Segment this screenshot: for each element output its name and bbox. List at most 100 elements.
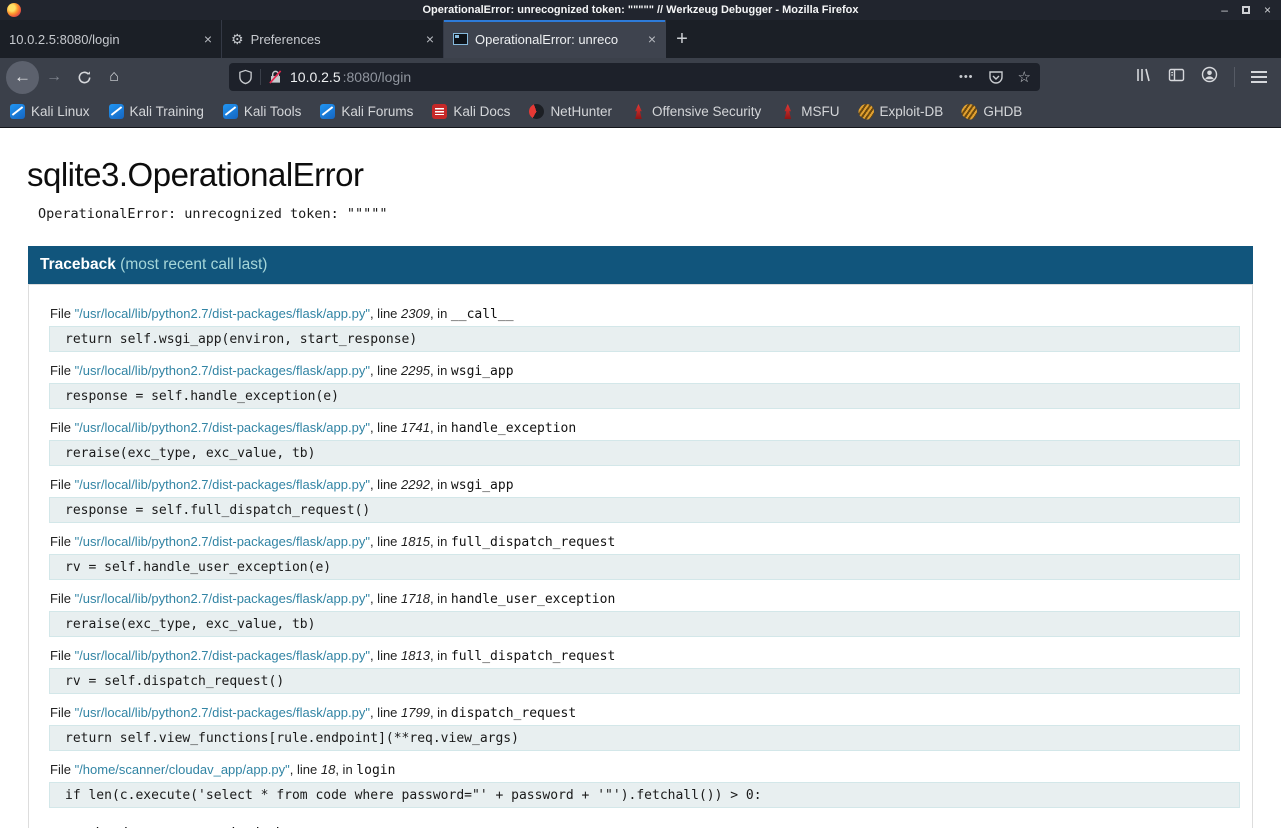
home-button[interactable]: ⌂: [99, 62, 129, 92]
frame-source-line[interactable]: reraise(exc_type, exc_value, tb): [49, 611, 1240, 637]
traceback-frame: File "/usr/local/lib/python2.7/dist-pack…: [49, 306, 1240, 352]
frame-source-line[interactable]: return self.wsgi_app(environ, start_resp…: [49, 326, 1240, 352]
frame-file-line: File "/usr/local/lib/python2.7/dist-pack…: [50, 591, 616, 607]
bookmark-kali-training[interactable]: Kali Training: [108, 104, 204, 119]
ghdb-wasp-icon: [959, 101, 981, 122]
bookmark-exploit-db[interactable]: Exploit-DB: [855, 101, 943, 122]
frame-file-path[interactable]: "/home/scanner/cloudav_app/app.py": [75, 762, 290, 777]
tab-label: OperationalError: unreco: [475, 31, 619, 47]
frame-line-number: 1813: [401, 648, 430, 663]
kali-docs-icon: [432, 104, 448, 119]
traceback-frame: File "/usr/local/lib/python2.7/dist-pack…: [49, 363, 1240, 409]
window-title: OperationalError: unrecognized token: ""…: [422, 4, 859, 16]
frame-file-path[interactable]: "/usr/local/lib/python2.7/dist-packages/…: [75, 591, 370, 606]
frame-source-line[interactable]: return self.view_functions[rule.endpoint…: [49, 725, 1240, 751]
page-actions-icon[interactable]: •••: [959, 71, 974, 83]
traceback-frame: File "/usr/local/lib/python2.7/dist-pack…: [49, 477, 1240, 523]
kali-dragon-icon: [10, 104, 25, 119]
frame-source-line[interactable]: rv = self.handle_user_exception(e): [49, 554, 1240, 580]
tab-label: 10.0.2.5:8080/login: [9, 31, 120, 47]
bookmark-kali-forums[interactable]: Kali Forums: [320, 104, 413, 119]
frame-source-line[interactable]: if len(c.execute('select * from code whe…: [49, 782, 1240, 808]
reload-button[interactable]: [69, 62, 99, 92]
bookmark-star-icon[interactable]: ☆: [1018, 68, 1031, 86]
account-icon[interactable]: [1201, 66, 1218, 88]
bookmarks-toolbar: Kali Linux Kali Training Kali Tools Kali…: [0, 96, 1281, 128]
tracking-shield-icon[interactable]: [238, 69, 253, 85]
traceback-header: Traceback (most recent call last): [28, 246, 1253, 284]
frame-file-path[interactable]: "/usr/local/lib/python2.7/dist-packages/…: [75, 705, 370, 720]
frame-file-path[interactable]: "/usr/local/lib/python2.7/dist-packages/…: [75, 477, 370, 492]
traceback-frame: File "/usr/local/lib/python2.7/dist-pack…: [49, 420, 1240, 466]
frame-source-line[interactable]: reraise(exc_type, exc_value, tb): [49, 440, 1240, 466]
maximize-button[interactable]: [1241, 4, 1250, 16]
traceback-frame: File "/usr/local/lib/python2.7/dist-pack…: [49, 705, 1240, 751]
nethunter-icon: [529, 104, 545, 119]
frame-file-path[interactable]: "/usr/local/lib/python2.7/dist-packages/…: [75, 420, 370, 435]
frame-file-line: File "/home/scanner/cloudav_app/app.py",…: [50, 762, 396, 778]
tab-close-icon[interactable]: ×: [426, 32, 434, 46]
bookmark-offensive-security[interactable]: Offensive Security: [631, 104, 761, 119]
page-content: sqlite3.OperationalError OperationalErro…: [0, 128, 1281, 828]
bookmark-kali-linux[interactable]: Kali Linux: [10, 104, 90, 119]
bookmark-kali-tools[interactable]: Kali Tools: [222, 104, 301, 119]
frame-file-line: File "/usr/local/lib/python2.7/dist-pack…: [50, 420, 577, 436]
frame-source-line[interactable]: response = self.full_dispatch_request(): [49, 497, 1240, 523]
insecure-lock-icon[interactable]: [268, 69, 283, 85]
back-button[interactable]: ←: [6, 60, 39, 94]
urlbar-divider: [260, 69, 261, 85]
sidebar-icon[interactable]: [1168, 67, 1185, 88]
pocket-icon[interactable]: [988, 69, 1004, 85]
bookmark-msfu[interactable]: MSFU: [780, 104, 840, 119]
library-icon[interactable]: [1135, 67, 1152, 88]
frame-line-number: 18: [320, 762, 336, 777]
close-button[interactable]: ×: [1264, 4, 1271, 16]
frame-file-line: File "/usr/local/lib/python2.7/dist-pack…: [50, 363, 514, 379]
frame-source-line[interactable]: response = self.handle_exception(e): [49, 383, 1240, 409]
tab-close-icon[interactable]: ×: [648, 32, 656, 46]
bookmark-kali-docs[interactable]: Kali Docs: [432, 104, 510, 119]
url-path: :8080/login: [342, 69, 412, 85]
frame-file-line: File "/usr/local/lib/python2.7/dist-pack…: [50, 306, 514, 322]
frame-function-name: handle_exception: [450, 421, 577, 436]
frame-line-number: 1741: [401, 420, 430, 435]
frame-file-line: File "/usr/local/lib/python2.7/dist-pack…: [50, 705, 577, 721]
error-detail[interactable]: OperationalError: unrecognized token: ""…: [38, 206, 1281, 222]
tab-preferences[interactable]: ⚙ Preferences ×: [222, 20, 444, 58]
tab-operational-error[interactable]: OperationalError: unreco ×: [444, 20, 666, 58]
url-host: 10.0.2.5: [290, 69, 341, 85]
frame-file-path[interactable]: "/usr/local/lib/python2.7/dist-packages/…: [75, 534, 370, 549]
reload-icon: [78, 70, 90, 83]
frame-function-name: wsgi_app: [450, 478, 514, 493]
minimize-button[interactable]: –: [1221, 4, 1228, 16]
bookmark-ghdb[interactable]: GHDB: [959, 101, 1022, 122]
frame-file-path[interactable]: "/usr/local/lib/python2.7/dist-packages/…: [75, 363, 370, 378]
traceback-frame: File "/usr/local/lib/python2.7/dist-pack…: [49, 591, 1240, 637]
bookmark-nethunter[interactable]: NetHunter: [529, 104, 612, 119]
tab-close-icon[interactable]: ×: [204, 32, 212, 46]
frame-function-name: login: [356, 763, 396, 778]
window-titlebar: OperationalError: unrecognized token: ""…: [0, 0, 1281, 20]
url-bar[interactable]: 10.0.2.5:8080/login ••• ☆: [229, 63, 1040, 91]
frame-source-line[interactable]: rv = self.dispatch_request(): [49, 668, 1240, 694]
forward-button[interactable]: →: [39, 62, 69, 92]
offensive-security-icon: [635, 104, 642, 119]
frame-line-number: 2292: [401, 477, 430, 492]
menu-icon[interactable]: [1251, 71, 1267, 83]
frame-file-path[interactable]: "/usr/local/lib/python2.7/dist-packages/…: [75, 306, 370, 321]
frame-line-number: 1799: [401, 705, 430, 720]
gear-icon: ⚙: [231, 31, 244, 47]
frame-function-name: wsgi_app: [450, 364, 514, 379]
maximize-icon: [1241, 6, 1250, 14]
frame-function-name: handle_user_exception: [450, 592, 616, 607]
tab-login-page[interactable]: 10.0.2.5:8080/login ×: [0, 20, 222, 58]
traceback-frame: File "/usr/local/lib/python2.7/dist-pack…: [49, 534, 1240, 580]
frame-file-path[interactable]: "/usr/local/lib/python2.7/dist-packages/…: [75, 648, 370, 663]
new-tab-button[interactable]: +: [666, 20, 698, 58]
frame-function-name: full_dispatch_request: [450, 535, 616, 550]
navigation-toolbar: ← → ⌂ 10.0.2.5:8080/login ••• ☆: [0, 58, 1281, 96]
page-title: sqlite3.OperationalError: [27, 156, 364, 193]
frame-line-number: 2295: [401, 363, 430, 378]
msfu-icon: [784, 104, 792, 119]
frame-function-name: full_dispatch_request: [450, 649, 616, 664]
